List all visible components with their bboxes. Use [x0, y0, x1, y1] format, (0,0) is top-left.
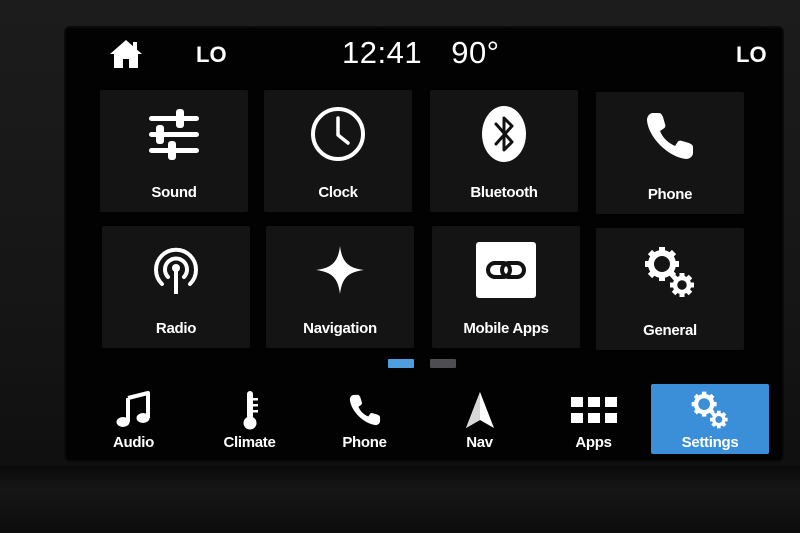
- settings-tile-label: Navigation: [303, 320, 377, 337]
- page-dot-2[interactable]: [430, 359, 456, 368]
- settings-tile-general[interactable]: General: [596, 228, 744, 350]
- settings-tile-phone[interactable]: Phone: [596, 92, 744, 214]
- settings-tile-label: Sound: [151, 184, 197, 201]
- settings-tile-label: Clock: [318, 184, 358, 201]
- settings-tile-bluetooth[interactable]: Bluetooth: [430, 90, 578, 212]
- nav-phone[interactable]: Phone: [307, 384, 422, 454]
- clock-time: 12:41: [342, 35, 423, 70]
- settings-tile-label: General: [643, 322, 697, 339]
- settings-tile-mobile-apps[interactable]: Mobile Apps: [432, 226, 580, 348]
- device-bezel-bottom: [0, 466, 800, 533]
- nav-label: Audio: [113, 434, 154, 451]
- gears-icon: [645, 247, 694, 297]
- nav-apps[interactable]: Apps: [536, 384, 651, 454]
- settings-tile-clock[interactable]: Clock: [264, 90, 412, 212]
- nav-label: Apps: [575, 434, 612, 451]
- bluetooth-icon: [482, 106, 526, 162]
- settings-tile-sound[interactable]: Sound: [100, 90, 248, 212]
- sliders-icon: [149, 109, 199, 160]
- settings-grid: Sound Clock Bluetooth Phone Radio Naviga…: [98, 90, 750, 350]
- apps-grid-icon: [570, 397, 617, 423]
- nav-label: Nav: [466, 434, 493, 451]
- nav-settings[interactable]: Settings: [651, 384, 769, 454]
- clock-icon: [311, 107, 365, 161]
- driver-temp-setting[interactable]: LO: [196, 42, 227, 68]
- music-note-icon: [116, 391, 150, 427]
- nav-label: Phone: [342, 434, 387, 451]
- passenger-temp-setting[interactable]: LO: [736, 42, 767, 68]
- status-bar: LO 12:41 90° LO: [66, 28, 782, 82]
- bottom-nav-bar: Audio Climate Phone Nav Apps Settings: [66, 380, 782, 460]
- infotainment-screen: LO 12:41 90° LO Sound Clock Bluetooth Ph…: [66, 28, 782, 460]
- settings-tile-label: Phone: [647, 186, 693, 203]
- star-sparkle-icon: [316, 246, 364, 294]
- time-temperature: 12:41 90°: [342, 35, 500, 71]
- page-dot-1[interactable]: [388, 359, 414, 368]
- settings-tile-label: Mobile Apps: [463, 320, 549, 337]
- nav-climate[interactable]: Climate: [192, 384, 307, 454]
- outside-temperature: 90°: [451, 35, 500, 70]
- navigation-arrow-icon: [465, 392, 494, 428]
- home-icon: [110, 40, 142, 68]
- settings-tile-radio[interactable]: Radio: [102, 226, 250, 348]
- phone-icon: [349, 394, 380, 426]
- gears-icon: [691, 391, 728, 429]
- radio-antenna-icon: [154, 247, 198, 294]
- home-button[interactable]: [108, 38, 144, 70]
- nav-nav[interactable]: Nav: [422, 384, 537, 454]
- page-indicator: [388, 359, 458, 369]
- thermometer-icon: [243, 391, 258, 430]
- settings-tile-navigation[interactable]: Navigation: [266, 226, 414, 348]
- phone-icon: [647, 113, 693, 159]
- settings-tile-label: Bluetooth: [470, 184, 538, 201]
- link-icon: [476, 242, 536, 298]
- nav-label: Settings: [681, 434, 739, 451]
- nav-audio[interactable]: Audio: [76, 384, 191, 454]
- nav-label: Climate: [223, 434, 276, 451]
- settings-tile-label: Radio: [155, 320, 197, 337]
